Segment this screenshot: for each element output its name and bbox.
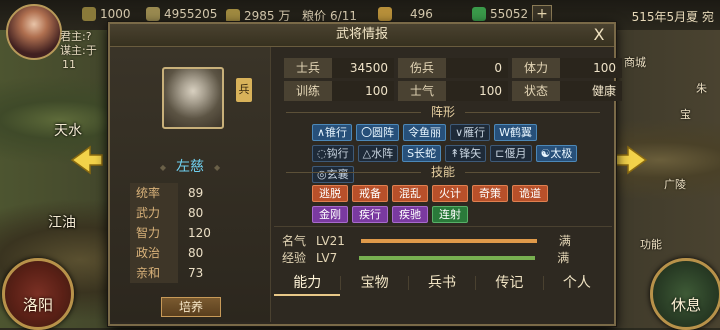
resource-gem: 55052 [472,7,528,21]
formation-chip[interactable]: 令鱼丽 [403,124,447,141]
info-tabs: 能力 宝物 兵书 传记 个人 [274,270,610,296]
divider [274,226,612,227]
formation-chip[interactable]: △水阵 [357,145,399,162]
city-label-guangling[interactable]: 广陵 [664,176,686,192]
stat-row: 训练 100 士气 100 状态 健康 [284,81,622,101]
lord-info: 君主:? 谋主:于 [60,30,97,57]
skill-chip[interactable]: 金刚 [312,206,348,223]
general-profile: 兵 左慈 统率89 武力80 智力120 政治80 亲和73 培养 [110,47,271,322]
skill-chip[interactable]: 疾行 [352,206,388,223]
lord-avatar[interactable] [6,4,62,60]
resource-grain: 4955205 [146,7,217,21]
skill-title: 技能 [420,165,465,179]
game-date: 515年5月夏 宛 [631,10,714,24]
fame-progress-fill [360,238,537,243]
attribute-row: 武力 80 [130,203,240,223]
city-luoyang-button[interactable]: 洛阳 [2,258,74,330]
skill-chip[interactable]: 混乱 [392,185,428,202]
attribute-list: 统率 89 武力 80 智力 120 政治 80 亲和 73 [130,183,240,283]
formation-chip[interactable]: ☯太极 [535,145,578,162]
formation-chip[interactable]: 〇圆阵 [356,124,400,141]
tab-biography[interactable]: 传记 [476,270,542,296]
lord-level: 11 [62,58,76,71]
city-label-jiangyou[interactable]: 江油 [48,212,76,232]
tab-military-book[interactable]: 兵书 [409,270,475,296]
grain-icon [146,7,160,21]
gold-icon [378,7,392,21]
skill-chip[interactable]: 诡道 [512,185,548,202]
formation-title: 阵形 [420,105,465,119]
skill-chip[interactable]: 连射 [432,206,468,223]
treasure-menu[interactable]: 宝 [680,106,691,122]
skill-chip[interactable]: 疾驰 [392,206,428,223]
attribute-row: 智力 120 [130,223,240,243]
troop-stats: 士兵 34500 伤兵 0 体力 100 训练 100 士气 100 状态 健康 [284,58,622,104]
shop-menu[interactable]: 商城 [624,54,646,70]
unit-type-badge: 兵 [236,78,252,102]
general-portrait [162,67,224,129]
city-label-tianshui[interactable]: 天水 [54,120,82,140]
attribute-row: 政治 80 [130,243,240,263]
skill-list: 逃脱 戒备 混乱 火计 奇策 诡道 金刚 疾行 疾驰 连射 [312,185,574,223]
money-icon [226,8,240,23]
resource-gold: 496 [378,7,433,21]
exp-progress-bar [359,255,536,260]
exp-row: 经验 LV7 满 [282,250,570,266]
skill-chip[interactable]: 奇策 [472,185,508,202]
map-label-right: 朱 [696,82,707,95]
train-button[interactable]: 培养 [161,297,221,317]
close-icon[interactable]: X [590,26,608,44]
attribute-row: 亲和 73 [130,263,240,283]
formation-chip[interactable]: ◌钩行 [312,145,354,162]
stat-row: 士兵 34500 伤兵 0 体力 100 [284,58,622,78]
formation-chip[interactable]: ∨雁行 [450,124,491,141]
general-info-panel: 武将情报 X 兵 左慈 统率89 武力80 智力120 政治80 亲和73 培养… [108,22,622,326]
function-menu[interactable]: 功能 [640,236,662,252]
prev-general-arrow-icon[interactable] [70,145,104,175]
formation-chip[interactable]: ∧锥行 [312,124,353,141]
wood-icon [82,7,96,21]
skill-chip[interactable]: 逃脱 [312,185,348,202]
rest-button[interactable]: 休息 [650,258,720,330]
formation-chip[interactable]: W鹤翼 [494,124,538,141]
attribute-row: 统率 89 [130,183,240,203]
gem-icon [472,7,486,21]
formation-chip[interactable]: S长蛇 [402,145,442,162]
formation-chip[interactable]: ⊏偃月 [490,145,532,162]
tab-ability[interactable]: 能力 [274,270,341,296]
panel-title: 武将情报 [110,24,614,47]
exp-progress-fill [359,255,536,260]
formation-chip[interactable]: ↟锋矢 [445,145,487,162]
fame-row: 名气 LV21 满 [282,233,571,249]
fame-progress-bar [360,238,537,243]
general-name: 左慈 [110,156,270,176]
tab-personal[interactable]: 个人 [544,270,610,296]
resource-wood: 1000 [82,7,131,21]
skill-chip[interactable]: 戒备 [352,185,388,202]
skill-chip[interactable]: 火计 [432,185,468,202]
tab-treasure[interactable]: 宝物 [341,270,407,296]
next-general-arrow-icon[interactable] [614,145,648,175]
